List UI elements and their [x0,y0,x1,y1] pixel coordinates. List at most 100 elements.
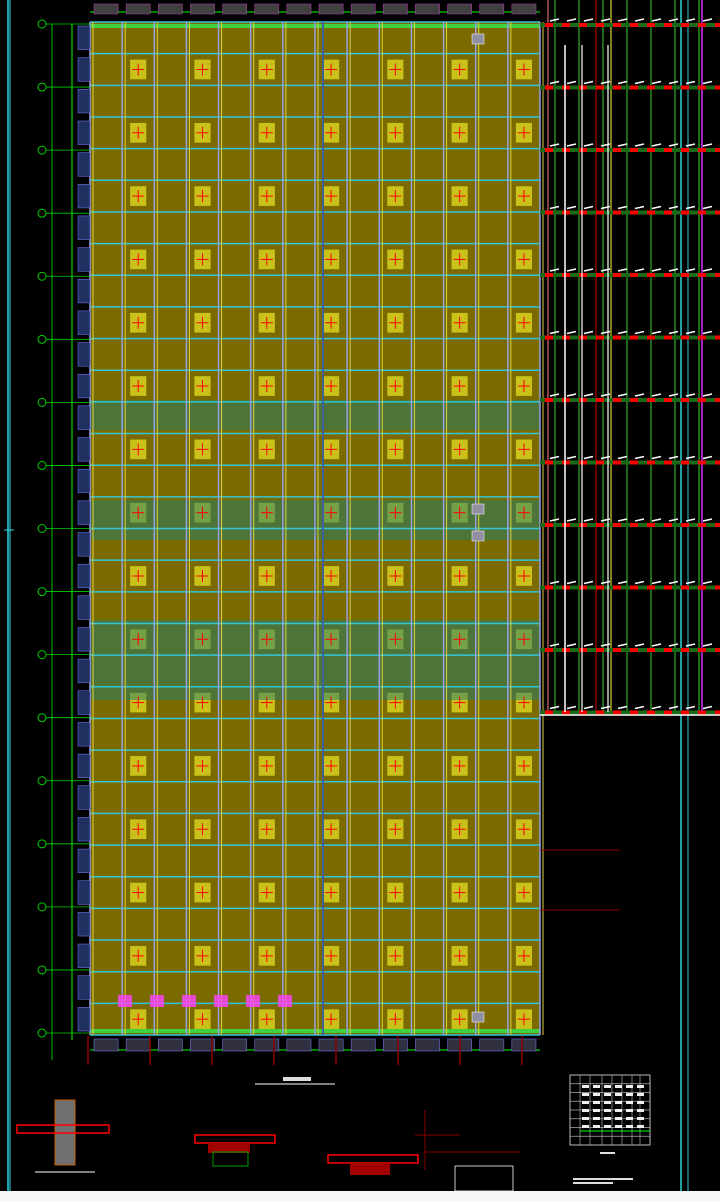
beam-red-segment [630,523,638,527]
table-cell-text [637,1109,644,1112]
rebar-hook [685,205,696,210]
row-label [77,373,91,399]
rebar-hook [566,643,577,647]
beam-red-segment [664,398,672,402]
beam-red-segment [698,335,706,340]
beam-red-segment [545,710,553,715]
column-label-bottom [125,1038,151,1052]
rebar-hook [668,143,679,147]
footing [212,1151,249,1167]
rebar-hook [634,205,645,210]
column-label-bottom [383,1038,408,1052]
table-cell-text [604,1109,611,1112]
rebar-hook [668,268,679,272]
beam-red-segment [596,23,604,27]
table-cell-text [615,1117,622,1120]
rebar-hook [617,205,628,210]
beam-red-segment [579,710,587,715]
rebar-hook [617,393,628,397]
axis-bubble [37,524,47,533]
rebar-hook [668,455,679,460]
rebar-hook [685,143,696,147]
beam-detail [194,1134,276,1144]
beam-red-segment [630,273,638,277]
rebar-hook [668,18,679,22]
rebar-hook [702,518,713,522]
opening-marker [118,995,132,1007]
rebar-hook [685,18,696,22]
rebar-hook [651,580,662,585]
beam-red-segment [562,460,570,465]
opening-marker [182,995,196,1007]
axis-bubble [37,650,47,660]
rebar-hook [549,205,560,210]
rebar-hook [651,393,662,397]
beam-red-segment [562,710,570,715]
table-cell-text [593,1101,600,1104]
notes-text [573,1182,613,1184]
rebar-hook [702,330,713,335]
row-label [77,89,91,114]
beam-red-segment [647,23,655,27]
beam-red-segment [613,23,621,27]
rebar-hook [617,455,628,460]
beam-red-segment [647,523,655,527]
row-label [77,1007,91,1032]
beam-red-segment [647,273,655,277]
rebar-hook [651,705,662,710]
beam-red-segment [630,148,638,152]
beam-red-segment [579,398,587,402]
table-cell-text [615,1101,622,1104]
rebar-hook [549,18,560,22]
rebar-hook [702,643,713,647]
rebar-hook [651,18,662,22]
main-floor-plan [77,3,544,1052]
beam-red-segment [698,273,706,277]
beam-red-segment [596,210,604,215]
rebar-hook [634,580,645,585]
beam-red-segment [715,335,720,340]
row-label [77,152,91,177]
schedule-table [569,1074,651,1184]
beam-core [350,1163,390,1175]
column-label-top [479,3,505,15]
row-label [77,817,91,842]
row-label [77,690,91,715]
rebar-hook [583,518,594,522]
beam-red-segment [698,23,706,27]
beam-red-segment [562,210,570,215]
rebar-hook [634,643,645,647]
axis-bubble [37,271,47,281]
beam-red-segment [698,523,706,527]
beam-red-segment [647,210,655,215]
rebar-hook [685,643,696,647]
beam-red-segment [664,85,672,90]
rebar-hook [634,393,645,397]
row-label [77,57,91,82]
beam-red-segment [545,648,553,652]
beam-red-segment [562,585,570,590]
beam-red-segment [681,648,689,652]
rebar-hook [566,393,577,397]
notes-text [573,1178,633,1180]
beam-red-segment [630,23,638,27]
row-label [77,215,91,240]
beam-red-segment [681,23,689,27]
column-label-top [286,3,312,15]
row-label [77,563,91,589]
beam-red-segment [562,398,570,402]
beam-red-segment [545,523,553,527]
axis-bubble [37,334,47,344]
cad-drawing-canvas[interactable] [0,0,720,1201]
rebar-hook [651,80,662,85]
table-cell-text [582,1125,589,1128]
rebar-hook [685,80,696,85]
beam-red-segment [664,460,672,465]
rebar-hook [634,18,645,22]
beam-red-segment [630,210,638,215]
beam-red-segment [579,335,587,340]
column-label-top [318,3,344,15]
beam-red-segment [630,398,638,402]
beam-red-segment [664,648,672,652]
stair-opening [471,530,485,542]
